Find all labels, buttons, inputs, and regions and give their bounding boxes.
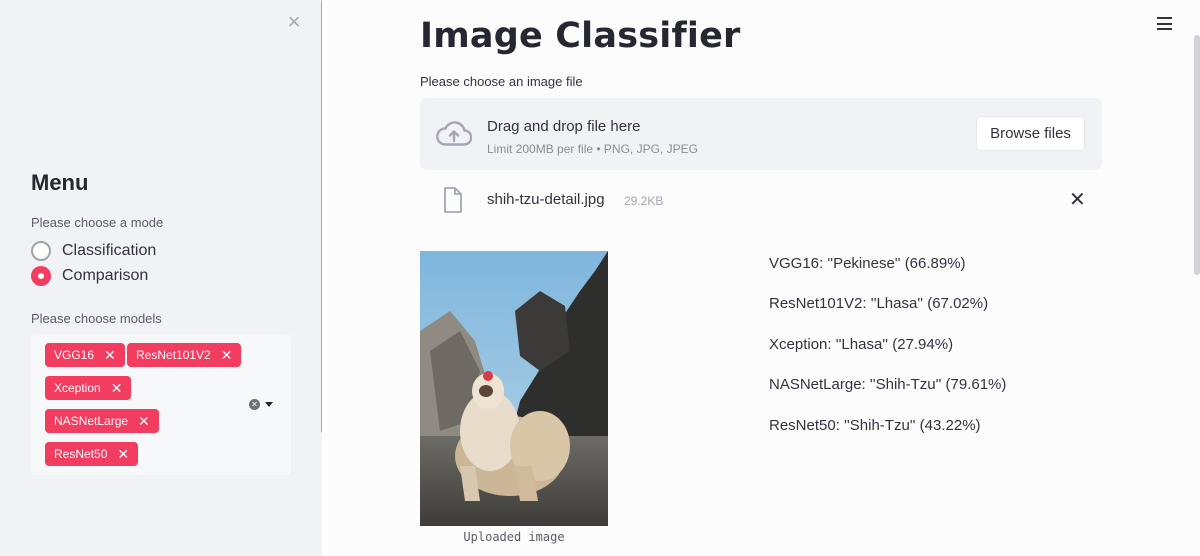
cloud-upload-icon — [436, 121, 472, 146]
result-line: VGG16: ''Pekinese'' (66.89%) — [769, 255, 966, 272]
page-title: Image Classifier — [420, 16, 741, 56]
result-line: ResNet50: ''Shih-Tzu'' (43.22%) — [769, 417, 981, 434]
tag-label: ResNet50 — [54, 447, 108, 461]
tag-remove-icon[interactable]: ✕ — [221, 343, 233, 367]
main-scrollbar[interactable] — [1194, 35, 1200, 275]
file-name: shih-tzu-detail.jpg — [487, 191, 605, 208]
remove-file-icon[interactable]: ✕ — [1069, 189, 1086, 211]
tag-remove-icon[interactable]: ✕ — [117, 442, 129, 466]
dropzone-title: Drag and drop file here — [487, 118, 641, 135]
menu-title: Menu — [31, 170, 89, 195]
tag-remove-icon[interactable]: ✕ — [111, 376, 123, 400]
models-label: Please choose models — [31, 311, 162, 326]
uploaded-file-row: shih-tzu-detail.jpg 29.2KB ✕ — [440, 186, 1090, 216]
close-sidebar-icon[interactable]: × — [286, 11, 302, 33]
radio-label: Comparison — [62, 267, 149, 284]
browse-files-button[interactable]: Browse files — [976, 116, 1085, 151]
image-caption: Uploaded image — [463, 530, 565, 544]
tag-remove-icon[interactable]: ✕ — [138, 409, 150, 433]
file-icon — [444, 187, 462, 213]
model-tag: ResNet50 ✕ — [45, 442, 139, 466]
sidebar: × Menu Please choose a mode Classificati… — [0, 0, 322, 556]
models-multiselect[interactable]: VGG16 ✕ ResNet101V2 ✕ Xception ✕ NASNetL… — [31, 334, 291, 475]
radio-selected-icon[interactable] — [31, 266, 51, 286]
file-dropzone[interactable]: Drag and drop file here Limit 200MB per … — [420, 98, 1102, 170]
chevron-down-icon[interactable] — [265, 402, 273, 407]
dropzone-limits: Limit 200MB per file • PNG, JPG, JPEG — [487, 142, 698, 156]
sidebar-divider — [322, 0, 328, 556]
model-tag: VGG16 ✕ — [45, 343, 125, 367]
tag-label: ResNet101V2 — [136, 348, 211, 362]
uploaded-image — [420, 251, 608, 526]
model-tag: ResNet101V2 ✕ — [127, 343, 242, 367]
tag-label: VGG16 — [54, 348, 95, 362]
hamburger-menu-icon[interactable] — [1157, 17, 1172, 30]
radio-label: Classification — [62, 242, 157, 259]
tag-label: Xception — [54, 381, 101, 395]
model-tag: Xception ✕ — [45, 376, 132, 400]
tag-label: NASNetLarge — [54, 414, 129, 428]
result-line: ResNet101V2: ''Lhasa'' (67.02%) — [769, 295, 989, 312]
radio-comparison[interactable]: Comparison — [31, 266, 148, 286]
mode-label: Please choose a mode — [31, 215, 164, 230]
file-size: 29.2KB — [624, 194, 664, 208]
result-line: NASNetLarge: ''Shih-Tzu'' (79.61%) — [769, 376, 1007, 393]
uploader-label: Please choose an image file — [420, 74, 583, 89]
clear-all-icon[interactable]: ✕ — [249, 399, 260, 410]
radio-circle-icon[interactable] — [31, 241, 51, 261]
model-tag: NASNetLarge ✕ — [45, 409, 159, 433]
radio-classification[interactable]: Classification — [31, 241, 156, 261]
tag-remove-icon[interactable]: ✕ — [104, 343, 116, 367]
result-line: Xception: ''Lhasa'' (27.94%) — [769, 336, 954, 353]
